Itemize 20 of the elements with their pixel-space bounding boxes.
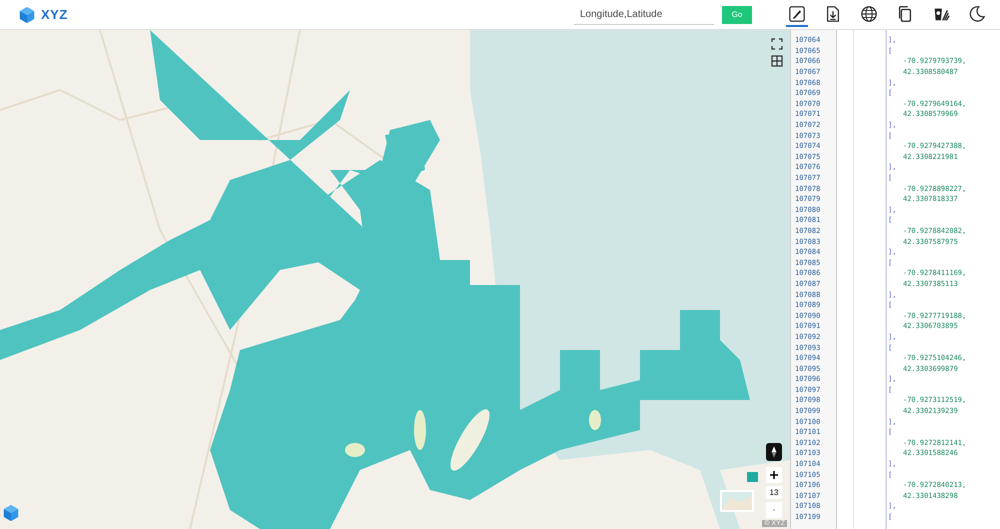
compass-button[interactable] [766, 443, 782, 461]
copy-icon [896, 4, 914, 22]
pen-icon [788, 4, 806, 22]
cube-logo-icon [18, 6, 36, 24]
map-thumbnail-icon [722, 492, 752, 510]
cube-icon [2, 504, 20, 522]
download-icon [824, 4, 842, 22]
fullscreen-icon [771, 38, 783, 50]
moon-icon [968, 4, 986, 22]
compass-icon [770, 446, 778, 458]
app-name: XYZ [41, 7, 68, 22]
grid-view-button[interactable] [770, 54, 784, 68]
zoom-in-button[interactable] [766, 467, 782, 483]
legend-swatch [747, 472, 758, 482]
go-button[interactable]: Go [722, 6, 752, 24]
zoom-level: 13 [766, 486, 782, 499]
grid-icon [771, 55, 783, 67]
globe-icon [860, 4, 878, 22]
fullscreen-button[interactable] [770, 37, 784, 51]
plus-icon [770, 471, 778, 479]
